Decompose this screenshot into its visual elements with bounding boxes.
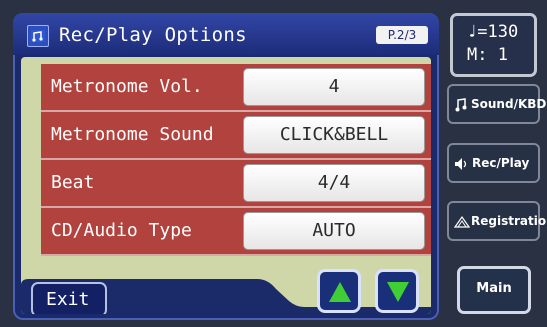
registration-label: Registration <box>471 214 547 228</box>
speaker-icon <box>454 156 470 175</box>
page-indicator: P.2/3 <box>376 26 428 44</box>
up-arrow-icon <box>329 282 351 302</box>
rec-play-label: Rec/Play <box>472 156 530 170</box>
metronome-sound-button[interactable]: CLICK&BELL <box>243 116 425 154</box>
row-label-metronome-vol: Metronome Vol. <box>51 76 203 97</box>
row-label-beat: Beat <box>51 172 95 193</box>
row-label-cd-audio-type: CD/Audio Type <box>51 220 192 241</box>
table-row: CD/Audio Type AUTO <box>41 208 431 256</box>
sound-kbd-label: Sound/KBD <box>471 97 547 111</box>
metronome-vol-button[interactable]: 4 <box>243 68 425 106</box>
tempo-display: ♩=130 M: 1 <box>450 13 537 77</box>
content-area: Metronome Vol. 4 Metronome Sound CLICK&B… <box>21 57 431 314</box>
tempo-value: ♩=130 <box>467 22 519 42</box>
main-panel: Rec/Play Options P.2/3 Metronome Vol. 4 … <box>13 13 439 320</box>
beat-button[interactable]: 4/4 <box>243 164 425 202</box>
screen: Rec/Play Options P.2/3 Metronome Vol. 4 … <box>0 0 547 327</box>
music-note-icon <box>454 97 470 116</box>
down-button[interactable] <box>375 269 419 313</box>
sound-kbd-button[interactable]: Sound/KBD <box>447 84 546 124</box>
page-title: Rec/Play Options <box>59 24 247 46</box>
measure-value: M: 1 <box>467 45 508 65</box>
down-arrow-icon <box>387 282 409 302</box>
bottom-bar: Exit <box>21 267 431 314</box>
table-row: Beat 4/4 <box>41 160 431 208</box>
main-button[interactable]: Main <box>457 266 531 314</box>
table-row: Metronome Vol. 4 <box>41 64 431 112</box>
rec-play-button[interactable]: Rec/Play <box>447 143 540 183</box>
cd-audio-type-button[interactable]: AUTO <box>243 212 425 250</box>
up-button[interactable] <box>317 269 361 313</box>
exit-button[interactable]: Exit <box>31 282 107 314</box>
titlebar: Rec/Play Options P.2/3 <box>13 13 439 55</box>
options-table: Metronome Vol. 4 Metronome Sound CLICK&B… <box>41 64 431 264</box>
table-row: Metronome Sound CLICK&BELL <box>41 112 431 160</box>
registration-icon <box>453 214 471 233</box>
keyboard-note-icon <box>27 25 49 47</box>
registration-button[interactable]: Registration <box>447 201 547 241</box>
row-label-metronome-sound: Metronome Sound <box>51 124 214 145</box>
